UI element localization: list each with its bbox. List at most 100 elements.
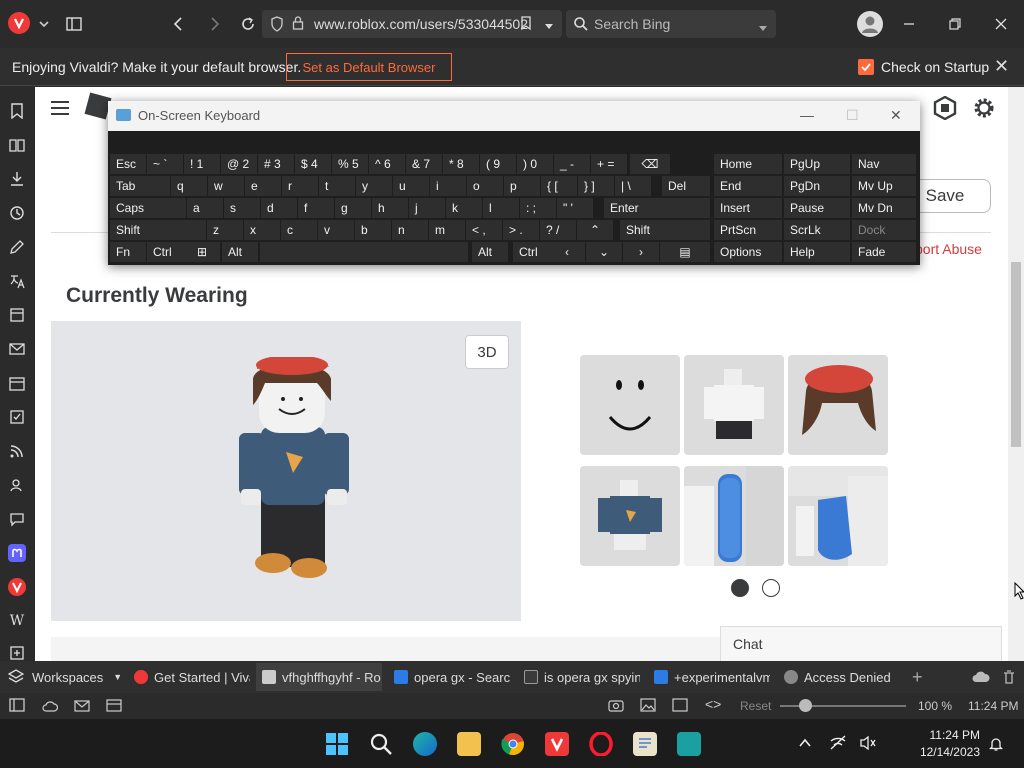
sync-cloud-icon[interactable] <box>42 699 59 717</box>
tab-experimentalvm[interactable]: +experimentalvm <box>648 663 770 691</box>
back-icon[interactable] <box>167 12 191 36</box>
tasks-icon[interactable] <box>8 408 26 426</box>
osk-key[interactable]: & 7 <box>406 154 442 174</box>
zoom-reset-button[interactable]: Reset <box>740 699 771 713</box>
robux-icon[interactable] <box>933 95 957 125</box>
mail-icon[interactable] <box>8 340 26 358</box>
osk-key[interactable]: > . <box>503 220 539 240</box>
osk-minimize-icon[interactable]: — <box>800 107 814 123</box>
carousel-dot-2[interactable] <box>762 579 780 597</box>
osk-key[interactable]: b <box>355 220 391 240</box>
osk-key[interactable]: ? / <box>540 220 576 240</box>
osk-key[interactable]: o <box>467 176 503 196</box>
osk-key[interactable]: e <box>245 176 281 196</box>
osk-nav-key[interactable]: End <box>714 176 782 196</box>
notepad-icon[interactable] <box>633 732 657 756</box>
osk-key[interactable]: : ; <box>520 198 556 218</box>
chat-bar[interactable]: Chat <box>720 626 1002 661</box>
item-right-arm[interactable] <box>788 466 888 566</box>
osk-key[interactable]: i <box>430 176 466 196</box>
check-on-startup-checkbox[interactable] <box>858 59 874 75</box>
windows-start-icon[interactable] <box>325 732 349 756</box>
panel-toggle-icon[interactable] <box>9 698 25 717</box>
osk-key[interactable]: # 3 <box>258 154 294 174</box>
osk-key[interactable]: k <box>446 198 482 218</box>
osk-nav-key[interactable]: Mv Up <box>852 176 916 196</box>
item-shirt[interactable] <box>684 355 784 455</box>
notes-icon[interactable] <box>8 238 26 256</box>
osk-nav-key[interactable]: Insert <box>714 198 782 218</box>
search-input[interactable]: Search Bing <box>594 16 670 32</box>
trash-icon[interactable] <box>1002 663 1018 691</box>
osk-key[interactable]: Caps <box>110 198 186 218</box>
osk-key[interactable]: a <box>187 198 223 218</box>
shield-icon[interactable] <box>270 16 284 37</box>
chevron-down-icon[interactable] <box>32 12 56 36</box>
osk-nav-key[interactable]: ScrLk <box>784 220 850 240</box>
osk-key[interactable]: z <box>207 220 243 240</box>
page-scrollbar[interactable] <box>1008 87 1024 661</box>
translate-icon[interactable] <box>8 272 26 290</box>
osk-key[interactable]: r <box>282 176 318 196</box>
osk-key[interactable]: h <box>372 198 408 218</box>
bookmarks-panel-icon[interactable] <box>8 102 26 120</box>
taskbar-search-icon[interactable] <box>369 732 393 756</box>
osk-nav-key[interactable]: Home <box>714 154 782 174</box>
report-abuse-link[interactable]: port Abuse <box>915 241 982 257</box>
osk-nav-key[interactable]: PrtScn <box>714 220 782 240</box>
osk-key[interactable]: x <box>244 220 280 240</box>
taskbar-time[interactable]: 11:24 PM <box>918 728 980 742</box>
reading-list-icon[interactable] <box>8 136 26 154</box>
volume-muted-icon[interactable] <box>859 735 877 756</box>
notification-bell-icon[interactable] <box>988 736 1004 757</box>
search-bar[interactable]: Search Bing <box>566 10 776 38</box>
menu-key-icon[interactable]: ▤ <box>660 242 710 262</box>
osk-key[interactable]: w <box>208 176 244 196</box>
osk-key[interactable]: ^ 6 <box>369 154 405 174</box>
osk-key[interactable]: m <box>429 220 465 240</box>
osk-key[interactable]: q <box>171 176 207 196</box>
osk-key[interactable]: * 8 <box>443 154 479 174</box>
mail-status-icon[interactable] <box>74 699 90 717</box>
osk-key[interactable]: ) 0 <box>517 154 553 174</box>
page-actions-icon[interactable]: <> <box>705 696 721 712</box>
osk-key[interactable]: " ' <box>557 198 593 218</box>
osk-key[interactable]: @ 2 <box>221 154 257 174</box>
osk-key[interactable]: Alt <box>222 242 258 262</box>
osk-key[interactable]: } ] <box>578 176 614 196</box>
file-explorer-icon[interactable] <box>457 732 481 756</box>
taskbar-date[interactable]: 12/14/2023 <box>912 745 980 759</box>
osk-key[interactable]: y <box>356 176 392 196</box>
set-default-browser-button[interactable]: Set as Default Browser <box>286 53 452 81</box>
osk-key[interactable]: + = <box>591 154 627 174</box>
avatar-preview[interactable]: 3D <box>51 321 521 621</box>
history-icon[interactable] <box>8 204 26 222</box>
window-panel-icon[interactable] <box>8 306 26 324</box>
osk-titlebar[interactable]: On-Screen Keyboard — ☐ ✕ <box>108 101 920 131</box>
backspace-icon[interactable]: ⌫ <box>630 154 670 174</box>
vivaldi-menu-icon[interactable] <box>8 12 30 34</box>
space-bar[interactable] <box>260 242 468 262</box>
zoom-level[interactable]: 100 % <box>918 699 952 713</box>
workspaces-button[interactable]: Workspaces ▼ <box>8 663 120 691</box>
osk-nav-key[interactable]: Options <box>714 242 782 262</box>
osk-key[interactable]: < , <box>466 220 502 240</box>
panel-toggle-icon[interactable] <box>62 12 86 36</box>
network-off-icon[interactable] <box>829 735 847 756</box>
osk-key[interactable]: f <box>298 198 334 218</box>
reload-icon[interactable] <box>236 12 260 36</box>
item-hair-beanie[interactable] <box>788 355 888 455</box>
osk-key[interactable]: Del <box>662 176 710 196</box>
settings-gear-icon[interactable] <box>972 96 996 125</box>
osk-key[interactable]: v <box>318 220 354 240</box>
close-notification-icon[interactable]: ✕ <box>994 56 1009 77</box>
zoom-slider-handle[interactable] <box>799 699 812 712</box>
tab-access-denied[interactable]: Access Denied <box>778 663 900 691</box>
osk-key[interactable]: ! 1 <box>184 154 220 174</box>
osk-key[interactable]: Shift <box>110 220 206 240</box>
osk-nav-key[interactable]: Pause <box>784 198 850 218</box>
osk-key[interactable]: Esc <box>110 154 146 174</box>
osk-key[interactable]: ( 9 <box>480 154 516 174</box>
osk-key[interactable]: Fn <box>110 242 146 262</box>
address-bar[interactable]: www.roblox.com/users/533044502 <box>262 10 562 38</box>
